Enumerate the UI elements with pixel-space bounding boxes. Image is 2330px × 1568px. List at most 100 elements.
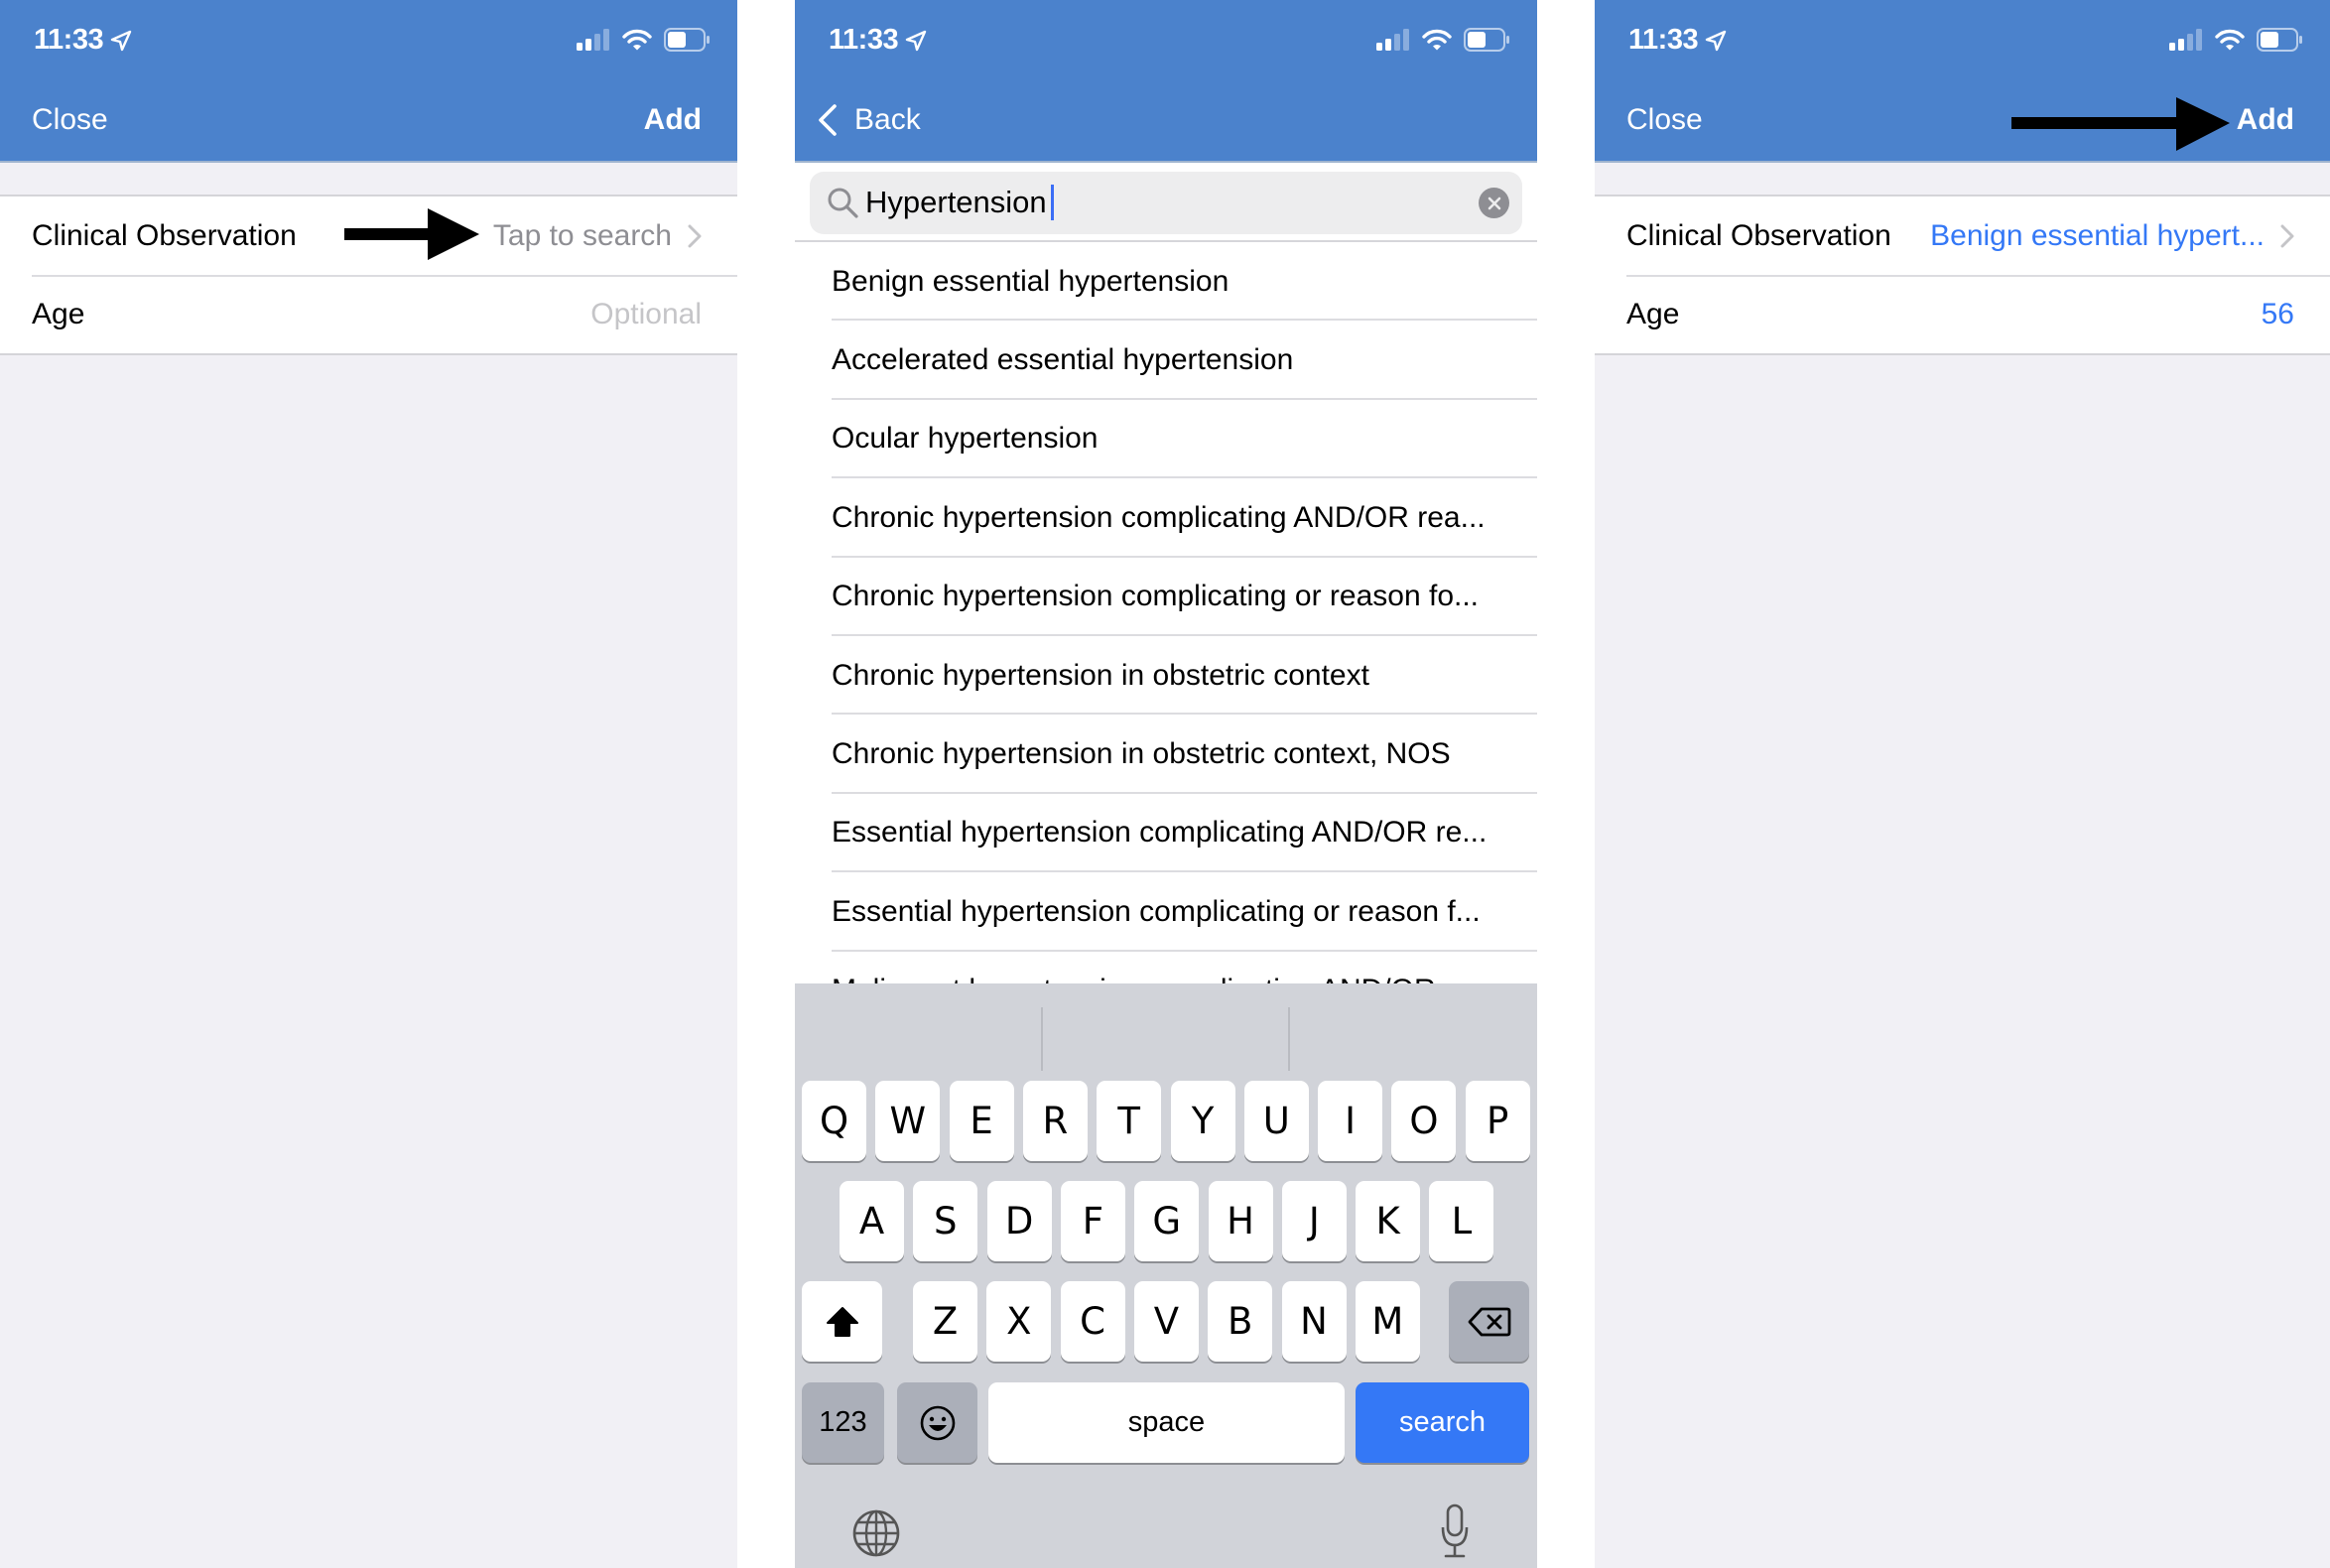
clinical-observation-label: Clinical Observation <box>32 218 297 252</box>
wifi-icon <box>1422 29 1452 51</box>
key-p[interactable]: P <box>1465 1081 1530 1161</box>
close-button[interactable]: Close <box>1626 103 1703 137</box>
suggestion-divider <box>1041 1007 1043 1071</box>
nav-bar: 11:33 Back <box>795 0 1537 163</box>
suggestion-divider <box>1288 1007 1290 1071</box>
age-row[interactable]: Age 56 <box>1595 275 2330 353</box>
search-icon <box>828 188 858 218</box>
age-input[interactable]: 56 <box>2262 298 2294 331</box>
status-time: 11:33 <box>1628 24 1728 57</box>
signal-icon <box>2169 29 2202 51</box>
list-item[interactable]: Chronic hypertension in obstetric contex… <box>795 715 1537 795</box>
key-a[interactable]: A <box>840 1181 904 1261</box>
key-w[interactable]: W <box>875 1081 941 1161</box>
key-f[interactable]: F <box>1060 1181 1125 1261</box>
signal-icon <box>577 29 609 51</box>
clinical-observation-value: Tap to search <box>493 219 702 253</box>
key-r[interactable]: R <box>1022 1081 1088 1161</box>
location-arrow-icon <box>110 30 132 51</box>
battery-icon <box>1464 28 1509 52</box>
status-icons <box>577 28 710 52</box>
battery-icon <box>664 28 710 52</box>
key-n[interactable]: N <box>1281 1281 1347 1362</box>
back-label: Back <box>854 103 921 136</box>
keyboard: QWERTYUIOP ASDFGHJKL ZXCVBNM 123 space s… <box>795 983 1537 1568</box>
emoji-key[interactable] <box>897 1382 977 1463</box>
text-caret <box>1050 185 1054 220</box>
signal-icon <box>1376 29 1409 51</box>
globe-icon[interactable] <box>851 1508 901 1558</box>
backspace-icon <box>1468 1307 1510 1336</box>
key-c[interactable]: C <box>1060 1281 1125 1362</box>
clinical-observation-value: Benign essential hypert... <box>1930 219 2294 253</box>
age-row[interactable]: Age Optional <box>0 275 737 353</box>
age-input[interactable]: Optional <box>590 298 702 331</box>
numbers-key[interactable]: 123 <box>802 1382 884 1463</box>
key-j[interactable]: J <box>1281 1181 1347 1261</box>
screen-add-observation-filled: 11:33 Close Add Clinical Observation Ben… <box>1595 0 2330 1568</box>
list-item[interactable]: Ocular hypertension <box>795 400 1537 479</box>
key-s[interactable]: S <box>913 1181 978 1261</box>
search-key[interactable]: search <box>1356 1382 1529 1463</box>
form-group: Clinical Observation Benign essential hy… <box>1595 195 2330 355</box>
location-arrow-icon <box>905 30 927 51</box>
list-item[interactable]: Essential hypertension complicating or r… <box>795 872 1537 952</box>
search-input[interactable]: Hypertension <box>865 185 1054 220</box>
key-b[interactable]: B <box>1208 1281 1273 1362</box>
microphone-icon[interactable] <box>1440 1503 1470 1559</box>
key-m[interactable]: M <box>1355 1281 1420 1362</box>
status-time: 11:33 <box>829 24 928 57</box>
key-d[interactable]: D <box>986 1181 1052 1261</box>
list-item[interactable]: Chronic hypertension complicating AND/OR… <box>795 478 1537 558</box>
delete-key[interactable] <box>1449 1281 1529 1362</box>
shift-icon <box>826 1306 858 1337</box>
screen-add-observation-empty: 11:33 Close Add Clinical Observation Tap… <box>0 0 737 1568</box>
key-k[interactable]: K <box>1356 1181 1421 1261</box>
battery-icon <box>2257 28 2302 52</box>
shift-key[interactable] <box>802 1281 882 1362</box>
key-q[interactable]: Q <box>802 1081 866 1161</box>
space-key[interactable]: space <box>988 1382 1345 1463</box>
screen-search-observation: 11:33 Back Hypertension Benign essential… <box>795 0 1537 1568</box>
key-h[interactable]: H <box>1208 1181 1273 1261</box>
key-e[interactable]: E <box>949 1081 1014 1161</box>
status-time: 11:33 <box>34 24 133 57</box>
back-button[interactable]: Back <box>817 103 921 137</box>
key-i[interactable]: I <box>1318 1081 1383 1161</box>
list-item[interactable]: Essential hypertension complicating AND/… <box>795 794 1537 873</box>
list-item[interactable]: Chronic hypertension complicating or rea… <box>795 558 1537 637</box>
age-label: Age <box>1626 297 1680 330</box>
key-y[interactable]: Y <box>1170 1081 1235 1161</box>
clinical-observation-row[interactable]: Clinical Observation Benign essential hy… <box>1595 196 2330 275</box>
search-field[interactable]: Hypertension <box>810 172 1522 234</box>
emoji-icon <box>920 1405 955 1440</box>
key-o[interactable]: O <box>1391 1081 1457 1161</box>
age-label: Age <box>32 297 85 330</box>
location-arrow-icon <box>1705 30 1727 51</box>
clear-search-button[interactable] <box>1479 188 1509 218</box>
wifi-icon <box>2215 29 2245 51</box>
add-button[interactable]: Add <box>2237 103 2294 137</box>
list-item[interactable]: Accelerated essential hypertension <box>795 321 1537 401</box>
clinical-observation-label: Clinical Observation <box>1626 218 1891 252</box>
close-button[interactable]: Close <box>32 103 108 137</box>
key-l[interactable]: L <box>1429 1181 1494 1261</box>
key-x[interactable]: X <box>986 1281 1052 1362</box>
list-item[interactable]: Chronic hypertension in obstetric contex… <box>795 636 1537 716</box>
annotation-arrow-icon <box>344 208 479 260</box>
close-icon <box>1488 196 1500 209</box>
chevron-left-icon <box>819 104 837 136</box>
status-icons <box>1376 28 1509 52</box>
key-g[interactable]: G <box>1134 1181 1200 1261</box>
add-button[interactable]: Add <box>644 103 702 137</box>
annotation-arrow-icon <box>2011 97 2230 151</box>
key-t[interactable]: T <box>1097 1081 1162 1161</box>
key-u[interactable]: U <box>1243 1081 1309 1161</box>
list-item[interactable]: Benign essential hypertension <box>795 242 1537 322</box>
nav-bar: 11:33 Close Add <box>0 0 737 163</box>
chevron-right-icon <box>2280 224 2294 247</box>
key-z[interactable]: Z <box>913 1281 977 1362</box>
key-v[interactable]: V <box>1133 1281 1199 1362</box>
search-results-list: Benign essential hypertension Accelerate… <box>795 242 1537 1031</box>
wifi-icon <box>622 29 652 51</box>
